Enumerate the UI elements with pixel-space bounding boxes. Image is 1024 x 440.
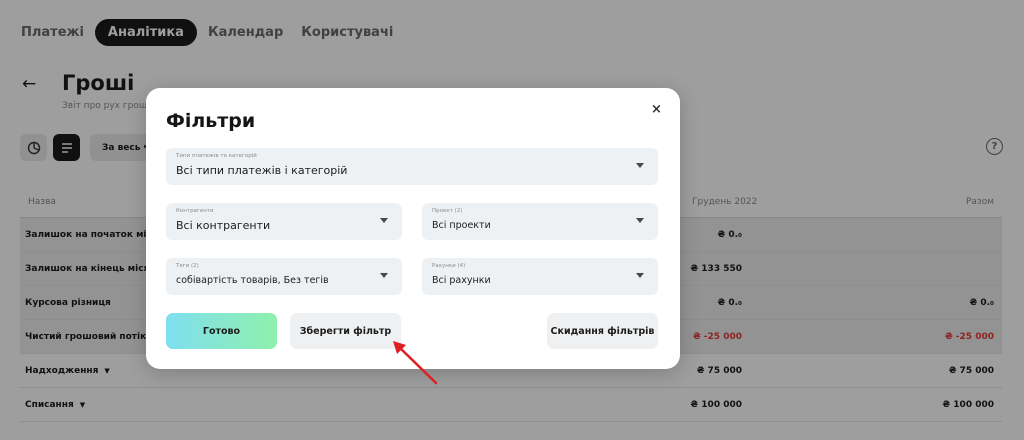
field-value: Всі рахунки [432, 275, 491, 286]
field-label: Рахунки (4) [432, 263, 466, 269]
projects-select[interactable]: Проект (2) Всі проекти [422, 203, 658, 240]
save-filter-button[interactable]: Зберегти фільтр [290, 313, 401, 349]
reset-filters-button[interactable]: Скидання фільтрів [547, 313, 658, 349]
field-value: Всі проекти [432, 220, 491, 231]
field-value: Всі типи платежів і категорій [176, 164, 348, 177]
field-label: Проект (2) [432, 208, 463, 214]
chevron-down-icon [636, 273, 644, 278]
close-icon[interactable]: × [651, 102, 662, 117]
field-value: собівартість товарів, Без тегів [176, 275, 329, 286]
chevron-down-icon [636, 218, 644, 223]
contractors-select[interactable]: Контрагенти Всі контрагенти [166, 203, 402, 240]
field-label: Контрагенти [176, 208, 214, 214]
chevron-down-icon [636, 163, 644, 168]
tags-select[interactable]: Теги (2) собівартість товарів, Без тегів [166, 258, 402, 295]
field-label: Типи платежів та категорій [176, 153, 257, 159]
modal-title: Фільтри [166, 110, 256, 132]
annotation-arrow [393, 341, 438, 385]
chevron-down-icon [380, 218, 388, 223]
chevron-down-icon [380, 273, 388, 278]
field-value: Всі контрагенти [176, 219, 271, 232]
payment-types-select[interactable]: Типи платежів та категорій Всі типи плат… [166, 148, 658, 185]
accounts-select[interactable]: Рахунки (4) Всі рахунки [422, 258, 658, 295]
filters-modal: Фільтри × Типи платежів та категорій Всі… [146, 88, 680, 369]
done-button[interactable]: Готово [166, 313, 277, 349]
field-label: Теги (2) [176, 263, 199, 269]
